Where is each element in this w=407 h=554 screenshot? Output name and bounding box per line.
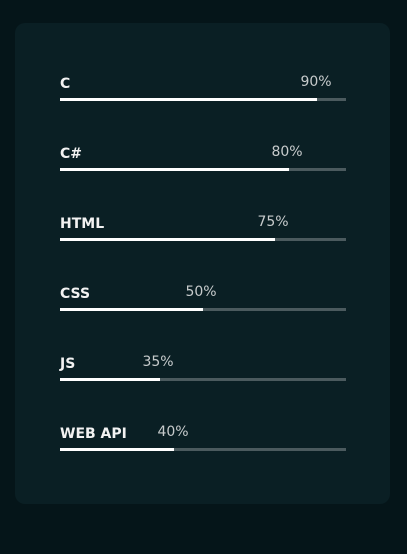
skill-css: CSS 50% xyxy=(60,284,346,316)
progress-track xyxy=(60,378,346,381)
progress-track xyxy=(60,308,346,311)
skill-percent: 35% xyxy=(142,354,174,370)
skill-percent: 50% xyxy=(185,284,217,300)
skill-js: JS 35% xyxy=(60,354,346,386)
skill-percent: 40% xyxy=(157,424,189,440)
skill-html: HTML 75% xyxy=(60,214,346,246)
skill-name: C xyxy=(60,76,71,92)
progress-track xyxy=(60,448,346,451)
progress-fill xyxy=(60,378,161,381)
progress-fill xyxy=(60,168,289,171)
skill-name: C# xyxy=(60,146,83,162)
progress-track xyxy=(60,238,346,241)
progress-fill xyxy=(60,308,203,311)
skill-percent: 90% xyxy=(300,74,332,90)
skill-name: CSS xyxy=(60,286,91,302)
skill-c: C 90% xyxy=(60,74,346,106)
skill-web-api: WEB API 40% xyxy=(60,424,346,456)
skill-csharp: C# 80% xyxy=(60,144,346,176)
progress-fill xyxy=(60,238,275,241)
skill-percent: 75% xyxy=(257,214,289,230)
progress-track xyxy=(60,98,346,101)
skill-name: JS xyxy=(60,356,76,372)
skills-card: C 90% C# 80% HTML 75% CSS 50% JS 35% WEB xyxy=(15,23,390,504)
progress-fill xyxy=(60,448,175,451)
progress-fill xyxy=(60,98,318,101)
skill-percent: 80% xyxy=(271,144,303,160)
skill-name: HTML xyxy=(60,216,105,232)
progress-track xyxy=(60,168,346,171)
skill-name: WEB API xyxy=(60,426,127,442)
